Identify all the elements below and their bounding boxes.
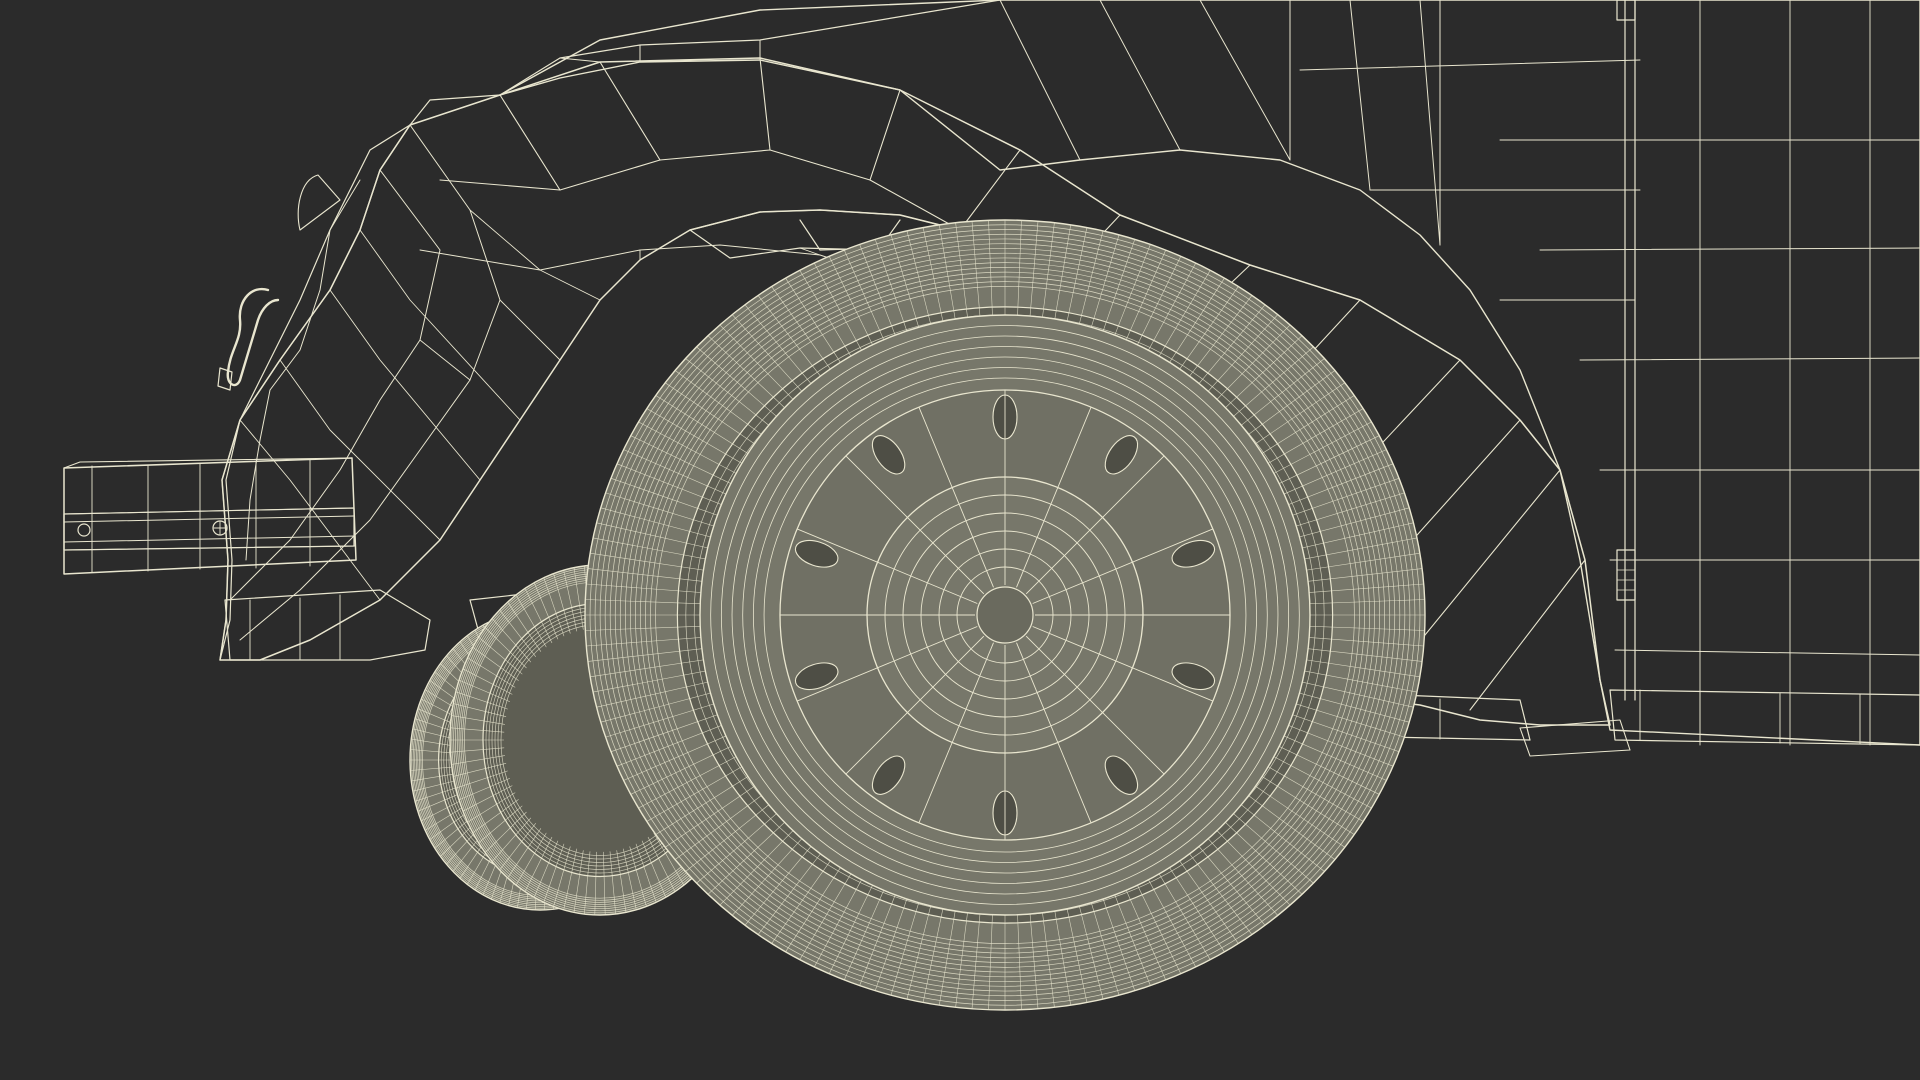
wireframe-render — [0, 0, 1920, 1080]
car-wireframe-render — [0, 0, 1920, 1080]
hub-center — [976, 586, 1034, 644]
